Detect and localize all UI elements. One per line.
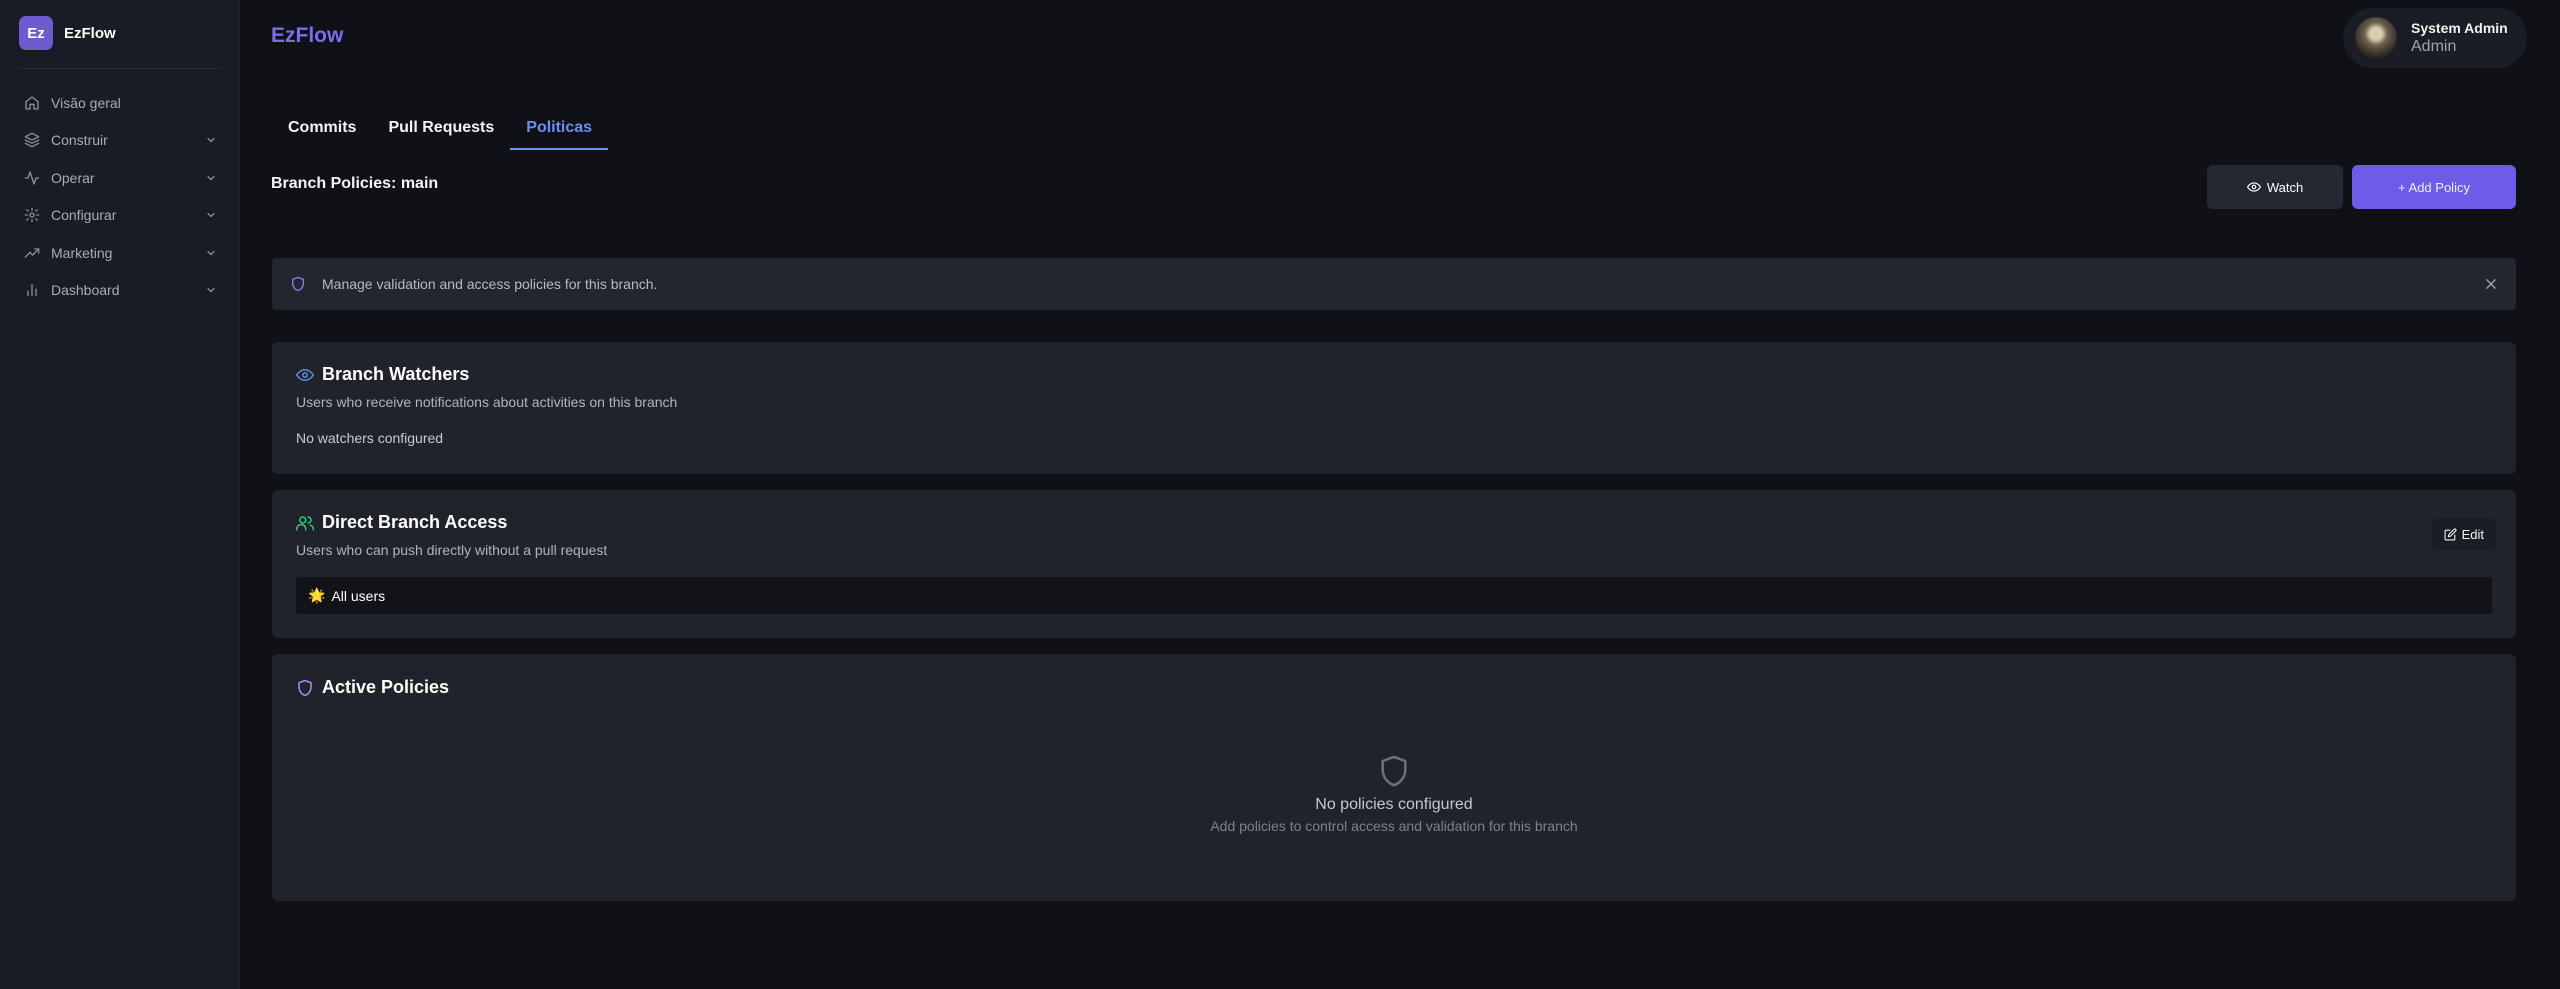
direct-branch-access-card: Direct Branch Access Users who can push … — [272, 490, 2516, 638]
active-policies-card: Active Policies No policies configured A… — [272, 654, 2516, 901]
chevron-down-icon — [205, 284, 217, 296]
card-title: Active Policies — [322, 677, 450, 697]
user-info: System Admin Admin — [2411, 19, 2508, 57]
user-role: Admin — [2411, 38, 2457, 55]
brand-name: EzFlow — [64, 24, 116, 42]
chevron-down-icon — [205, 172, 217, 184]
gear-icon — [24, 207, 40, 223]
eye-icon — [296, 366, 314, 384]
card-title: Branch Watchers — [322, 364, 470, 384]
app-title: EzFlow — [271, 24, 344, 47]
add-policy-button[interactable]: + Add Policy — [2352, 165, 2516, 209]
alert-text: Manage validation and access policies fo… — [322, 276, 658, 292]
user-menu[interactable]: System Admin Admin — [2343, 8, 2527, 68]
sidebar-item-dashboard[interactable]: Dashboard — [0, 272, 240, 310]
home-icon — [24, 95, 40, 111]
edit-button-label: Edit — [2461, 526, 2484, 542]
layers-icon — [24, 132, 40, 148]
brand[interactable]: Ez EzFlow — [19, 16, 116, 50]
bar-chart-icon — [24, 282, 40, 298]
branch-watchers-card: Branch Watchers Users who receive notifi… — [272, 342, 2516, 474]
watch-button-label: Watch — [2266, 179, 2304, 195]
sidebar-item-configurar[interactable]: Configurar — [0, 197, 240, 235]
sidebar-item-marketing[interactable]: Marketing — [0, 234, 240, 272]
shield-icon — [1377, 754, 1411, 788]
sidebar: Ez EzFlow Visão geral Construir Operar C… — [0, 0, 240, 989]
card-header: Direct Branch Access — [296, 512, 507, 533]
card-subtitle: Users who receive notifications about ac… — [296, 394, 678, 410]
eye-icon — [2246, 180, 2261, 194]
sidebar-item-construir[interactable]: Construir — [0, 122, 240, 160]
access-entry: 🌟 All users — [296, 577, 2492, 614]
empty-state-title: No policies configured — [1315, 796, 1473, 813]
chevron-down-icon — [205, 247, 217, 259]
sidebar-divider — [19, 68, 220, 69]
sidebar-item-label: Configurar — [51, 207, 117, 224]
edit-button[interactable]: Edit — [2431, 518, 2496, 550]
activity-icon — [24, 170, 40, 186]
card-header: Active Policies — [296, 677, 449, 698]
sidebar-nav: Visão geral Construir Operar Configurar … — [0, 84, 240, 309]
sidebar-item-label: Operar — [51, 169, 95, 186]
edit-icon — [2444, 527, 2457, 541]
sidebar-item-label: Dashboard — [51, 282, 120, 299]
tab-bar: Commits Pull Requests Politicas — [272, 112, 609, 150]
add-policy-button-label: + Add Policy — [2398, 179, 2470, 195]
sidebar-item-operar[interactable]: Operar — [0, 159, 240, 197]
avatar — [2355, 17, 2397, 59]
sidebar-item-label: Visão geral — [51, 94, 121, 111]
tab-politicas[interactable]: Politicas — [510, 112, 609, 150]
page-title: Branch Policies: main — [271, 175, 439, 192]
sidebar-item-label: Construir — [51, 132, 108, 149]
sidebar-item-label: Marketing — [51, 244, 113, 261]
watch-button[interactable]: Watch — [2207, 165, 2343, 209]
star-icon: 🌟 — [308, 587, 326, 603]
tab-commits[interactable]: Commits — [272, 112, 372, 150]
card-title: Direct Branch Access — [322, 512, 508, 532]
card-header: Branch Watchers — [296, 364, 469, 385]
watchers-empty-text: No watchers configured — [296, 430, 444, 446]
info-alert: Manage validation and access policies fo… — [272, 258, 2516, 310]
sidebar-item-visao-geral[interactable]: Visão geral — [0, 84, 240, 122]
users-icon — [296, 514, 314, 532]
card-subtitle: Users who can push directly without a pu… — [296, 542, 608, 558]
empty-state: No policies configured Add policies to c… — [272, 754, 2516, 834]
brand-logo: Ez — [19, 16, 53, 50]
access-entry-label: All users — [331, 587, 386, 604]
close-icon[interactable] — [2484, 277, 2498, 291]
tab-pull-requests[interactable]: Pull Requests — [372, 112, 510, 150]
shield-icon — [290, 276, 306, 292]
chevron-down-icon — [205, 134, 217, 146]
empty-state-subtitle: Add policies to control access and valid… — [1210, 818, 1578, 834]
trending-up-icon — [24, 245, 40, 261]
shield-icon — [296, 679, 314, 697]
chevron-down-icon — [205, 209, 217, 221]
user-name: System Admin — [2411, 20, 2508, 36]
